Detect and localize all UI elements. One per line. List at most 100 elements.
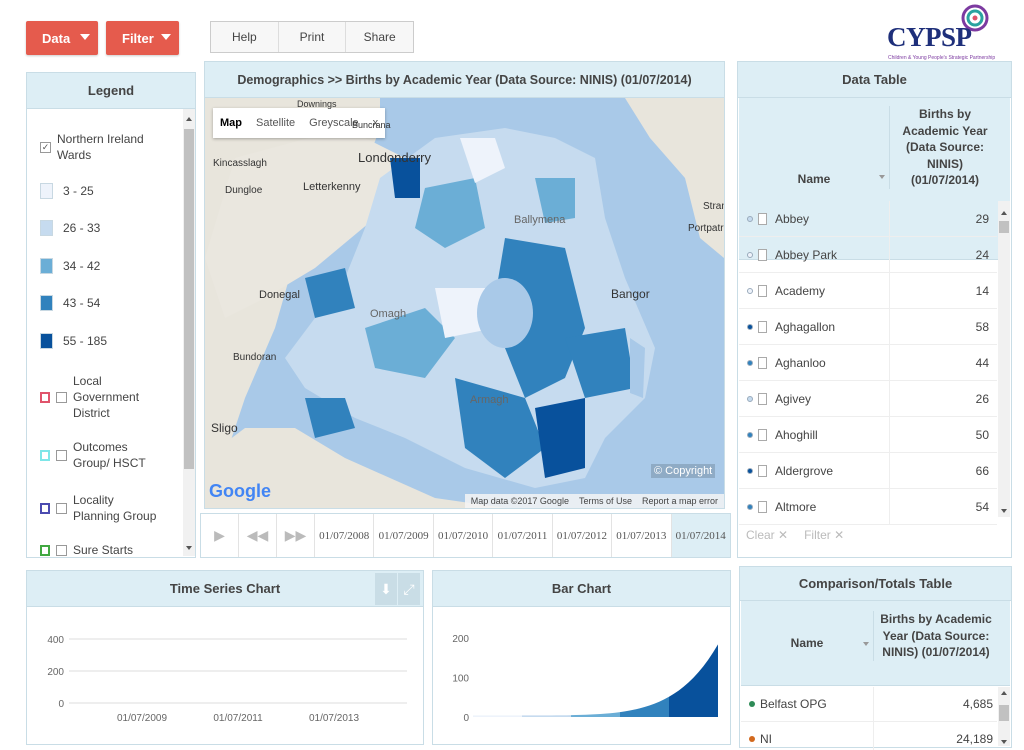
legend-title: Legend — [27, 73, 195, 109]
table-row[interactable]: Agivey 26 — [739, 381, 997, 417]
legend-layer-ward[interactable]: ✓ Northern Ireland Wards — [40, 131, 147, 163]
checkbox[interactable] — [56, 502, 67, 514]
fast-forward-icon[interactable]: ▶▶ — [277, 514, 315, 557]
document-icon[interactable] — [758, 464, 767, 477]
scroll-down-icon[interactable] — [1001, 509, 1007, 513]
clear-button[interactable]: Clear ✕ — [746, 528, 788, 542]
range-swatch — [40, 295, 53, 311]
legend-boundary-lgd[interactable]: Local Government District — [40, 373, 143, 421]
map-canvas[interactable]: Map Satellite Greyscale x Downings Buncr… — [205, 98, 724, 508]
sort-caret-icon[interactable] — [863, 642, 869, 646]
rewind-icon[interactable]: ◀◀ — [239, 514, 277, 557]
expand-icon[interactable]: ⤢ — [398, 573, 420, 605]
table-row[interactable]: Aldergrove 66 — [739, 453, 997, 489]
map-title: Demographics >> Births by Academic Year … — [205, 62, 724, 98]
document-icon[interactable] — [758, 212, 767, 225]
print-button[interactable]: Print — [279, 22, 347, 52]
map-type-satellite[interactable]: Satellite — [249, 117, 302, 129]
time-series-chart: 400 200 0 01/07/2009 01/07/2011 01/07/2013 — [47, 635, 407, 724]
terms-link[interactable]: Terms of Use — [579, 496, 632, 506]
range-dot-icon — [747, 287, 753, 294]
comparison-row[interactable]: NI 24,189 — [741, 722, 997, 750]
legend-boundary-lpg[interactable]: Locality Planning Group — [40, 492, 163, 524]
document-icon[interactable] — [758, 320, 767, 333]
report-error-link[interactable]: Report a map error — [642, 496, 718, 506]
sort-caret-icon[interactable] — [879, 175, 885, 179]
document-icon[interactable] — [758, 428, 767, 441]
boundary-swatch — [40, 449, 50, 461]
timeline-date[interactable]: 01/07/2011 — [493, 514, 553, 557]
legend-boundary-hsct[interactable]: Outcomes Group/ HSCT — [40, 439, 163, 471]
download-icon[interactable]: ⬇ — [375, 573, 397, 605]
cmp-col-value[interactable]: Births by Academic Year (Data Source: NI… — [873, 611, 998, 661]
filter-button[interactable]: Filter ✕ — [804, 528, 844, 542]
timeline-date[interactable]: 01/07/2012 — [553, 514, 613, 557]
table-row[interactable]: Abbey Park 24 — [739, 237, 997, 273]
copyright-label[interactable]: © Copyright — [651, 464, 716, 478]
checkbox[interactable] — [56, 391, 67, 403]
scroll-up-icon[interactable] — [1001, 691, 1007, 695]
place-label: Armagh — [470, 394, 509, 406]
area-band[interactable] — [571, 712, 620, 717]
area-band[interactable] — [620, 696, 669, 717]
scroll-thumb[interactable] — [999, 221, 1009, 233]
bar-chart-title: Bar Chart — [433, 571, 730, 607]
scroll-thumb[interactable] — [184, 129, 194, 469]
document-icon[interactable] — [758, 356, 767, 369]
area-band[interactable] — [669, 644, 718, 717]
area-band[interactable] — [473, 715, 522, 717]
comparison-panel: Comparison/Totals Table Name Births by A… — [739, 566, 1012, 750]
timeline-date[interactable]: 01/07/2008 — [315, 514, 375, 557]
range-dot-icon — [747, 323, 753, 330]
range-dot-icon — [747, 503, 753, 510]
legend-boundary-surestart[interactable]: Sure Starts — [40, 543, 133, 556]
legend-range: 55 - 185 — [40, 333, 107, 349]
legend-layer-label: Northern Ireland Wards — [57, 132, 144, 162]
help-button[interactable]: Help — [211, 22, 279, 52]
table-row[interactable]: Aghanloo 44 — [739, 345, 997, 381]
scroll-down-icon[interactable] — [186, 546, 192, 550]
data-table-scrollbar[interactable] — [998, 201, 1010, 517]
table-row[interactable]: Abbey 29 — [739, 201, 997, 237]
table-row[interactable]: Ahoghill 50 — [739, 417, 997, 453]
row-value: 50 — [889, 417, 989, 452]
range-dot-icon — [747, 215, 753, 222]
timeline-date-active[interactable]: 01/07/2014 — [671, 514, 730, 557]
scroll-up-icon[interactable] — [1001, 211, 1007, 215]
document-icon[interactable] — [758, 500, 767, 513]
scroll-up-icon[interactable] — [186, 117, 192, 121]
timeline-date[interactable]: 01/07/2010 — [434, 514, 494, 557]
document-icon[interactable] — [758, 248, 767, 261]
bar-chart: 200 100 0 — [452, 634, 718, 724]
area-band[interactable] — [522, 715, 571, 717]
row-name: Altmore — [775, 499, 817, 514]
place-label: Kincasslagh — [213, 158, 267, 169]
table-row[interactable]: Academy 14 — [739, 273, 997, 309]
legend-range: 3 - 25 — [40, 183, 94, 199]
document-icon[interactable] — [758, 392, 767, 405]
document-icon[interactable] — [758, 284, 767, 297]
row-value: 29 — [889, 201, 989, 236]
filter-menu-button[interactable]: Filter — [106, 21, 179, 55]
row-value: 24,189 — [873, 722, 993, 750]
col-header-value[interactable]: Births by Academic Year (Data Source: NI… — [889, 106, 1000, 189]
scroll-thumb[interactable] — [999, 705, 1009, 721]
map-type-map[interactable]: Map — [213, 117, 249, 129]
comparison-scrollbar[interactable] — [998, 687, 1010, 746]
data-menu-button[interactable]: Data — [26, 21, 98, 55]
place-label: Buncrana — [352, 120, 391, 130]
comparison-row[interactable]: Belfast OPG 4,685 — [741, 687, 997, 722]
checkbox[interactable] — [56, 449, 67, 461]
checkbox[interactable] — [56, 544, 67, 556]
play-icon[interactable]: ▶ — [201, 514, 239, 557]
checkmark-icon[interactable]: ✓ — [40, 141, 51, 153]
table-row[interactable]: Aghagallon 58 — [739, 309, 997, 345]
chevron-down-icon — [161, 34, 171, 40]
table-row[interactable]: Altmore 54 — [739, 489, 997, 525]
scroll-down-icon[interactable] — [1001, 740, 1007, 744]
timeline-date[interactable]: 01/07/2009 — [374, 514, 434, 557]
legend-scrollbar[interactable] — [183, 109, 195, 556]
share-button[interactable]: Share — [346, 22, 413, 52]
timeline-date[interactable]: 01/07/2013 — [612, 514, 672, 557]
cmp-col-name[interactable]: Name — [741, 601, 873, 685]
